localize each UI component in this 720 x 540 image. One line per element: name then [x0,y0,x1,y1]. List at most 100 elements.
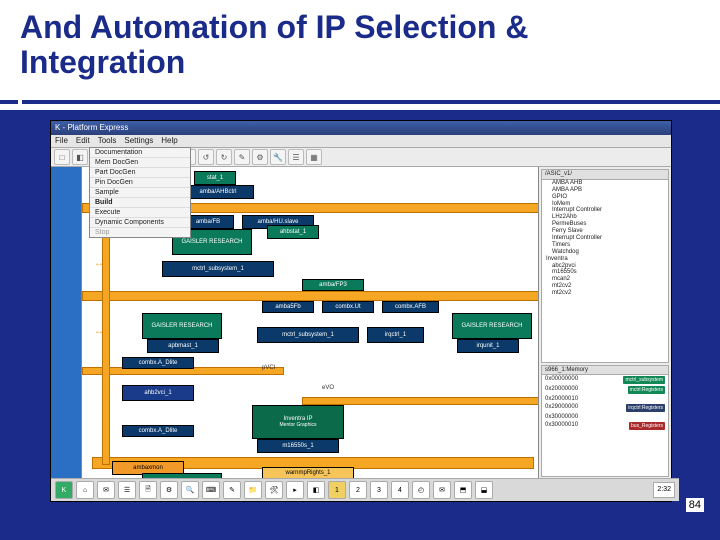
block-ambaahb[interactable]: amba/AHBctrl [182,185,254,199]
menu-item[interactable]: Pin DocGen [90,178,190,188]
tree-item[interactable]: Interrupt Controller [542,207,668,214]
block-ahbstat[interactable]: ahbstat_1 [267,225,319,239]
memory-title: s966_1:Memory [542,366,668,375]
tree-item[interactable]: abc2pvci [542,263,668,270]
pager-1[interactable]: 1 [328,481,346,499]
block-amba5[interactable]: amba5Fb [262,301,314,313]
menu-item[interactable]: Sample [90,188,190,198]
tree-item[interactable]: Timers [542,242,668,249]
menu-item[interactable]: Part DocGen [90,168,190,178]
memory-panel[interactable]: s966_1:Memory 0x00000000mctrl_subsystem … [541,365,669,477]
task-icon[interactable]: ⌨ [202,481,220,499]
menu-file[interactable]: File [55,135,68,147]
block-combxut[interactable]: combx.Ut [322,301,374,313]
block-irqctrl[interactable]: irqctrl_1 [367,327,424,343]
block-inventra[interactable]: Inventra IP Mentor Graphics [252,405,344,439]
toolbar-button[interactable]: ✎ [234,149,250,165]
task-icon[interactable]: ✎ [223,481,241,499]
block-irqunit[interactable]: irqunit_1 [457,339,519,353]
clock: 2:32 [653,482,675,498]
tray-icon[interactable]: ⬒ [454,481,472,499]
tree-item[interactable]: mt2cv2 [542,283,668,290]
tray-icon[interactable]: ◴ [412,481,430,499]
mem-row: 0x30000000 [542,413,668,421]
toolbar-button[interactable]: ◧ [72,149,88,165]
tree-item[interactable]: Inventra [542,256,668,263]
task-icon[interactable]: ✉ [97,481,115,499]
ip-tree[interactable]: /ASIC_v1/ AMBA AHB AMBA APB GPIO IoMem I… [541,169,669,363]
tree-item[interactable]: AMBA AHB [542,180,668,187]
task-icon[interactable]: ▸ [286,481,304,499]
toolbar-button[interactable]: ⚙ [252,149,268,165]
block-stat[interactable]: stat_1 [194,171,236,185]
dropdown-menu[interactable]: Documentation Mem DocGen Part DocGen Pin… [89,147,191,238]
block-gaisler3[interactable]: GAISLER RESEARCH [452,313,532,339]
arrow-icon: ↔ [94,259,104,269]
pager-4[interactable]: 4 [391,481,409,499]
bus-bar [302,397,538,405]
task-icon[interactable]: ◧ [307,481,325,499]
task-icon[interactable]: 🗎 [139,481,157,499]
task-icon[interactable]: ⚙ [160,481,178,499]
tree-item[interactable]: IoMem [542,201,668,208]
block-gaisler2[interactable]: GAISLER RESEARCH [142,313,222,339]
tree-item[interactable]: AMBA APB [542,187,668,194]
tree-item[interactable]: mcan2 [542,276,668,283]
block-combxafb[interactable]: combx.AFB [382,301,439,313]
page-number: 84 [686,498,704,512]
block-ambafp3[interactable]: amba/FP3 [302,279,364,291]
toolbar-button[interactable]: ↻ [216,149,232,165]
tree-item[interactable]: m16550s [542,269,668,276]
pager-2[interactable]: 2 [349,481,367,499]
block-mctrl-sub2[interactable]: mctrl_subsystem_1 [257,327,359,343]
arrow-icon: ↔ [94,327,104,337]
block-mctrl-sub[interactable]: mctrl_subsystem_1 [162,261,274,277]
tree-item[interactable]: mt2cv2 [542,290,668,297]
pager-3[interactable]: 3 [370,481,388,499]
block-combxlite[interactable]: combx.A_Dlite [122,357,194,369]
toolbar-button[interactable]: 🔧 [270,149,286,165]
menu-item[interactable]: Dynamic Components [90,218,190,228]
title-rule [0,100,720,104]
toolbar-button[interactable]: □ [54,149,70,165]
block-apbmast[interactable]: apbmast_1 [147,339,219,353]
tray-icon[interactable]: ✉ [433,481,451,499]
menu-item[interactable]: Execute [90,208,190,218]
tray-icon[interactable]: ⬓ [475,481,493,499]
menu-edit[interactable]: Edit [76,135,90,147]
mem-row: 0x00000000mctrl_subsystem [542,375,668,385]
left-sidebar [51,167,82,479]
window-title: K - Platform Express [51,121,671,135]
label-pvci: pVCI [262,365,275,371]
toolbar-button[interactable]: ↺ [198,149,214,165]
task-icon[interactable]: ⌂ [76,481,94,499]
toolbar-button[interactable]: ▦ [306,149,322,165]
menu-tools[interactable]: Tools [98,135,117,147]
block-combxdlite2[interactable]: combx.A_Dlite [122,425,194,437]
task-icon[interactable]: 🛠 [265,481,283,499]
tree-item[interactable]: Watchdog [542,249,668,256]
taskbar[interactable]: K ⌂ ✉ ☰ 🗎 ⚙ 🔍 ⌨ ✎ 📁 🛠 ▸ ◧ 1 2 3 4 ◴ ✉ ⬒ … [51,478,679,501]
block-m16550[interactable]: m16550s_1 [257,439,339,453]
tree-item[interactable]: GPIO [542,194,668,201]
tree-item[interactable]: Interrupt Controller [542,235,668,242]
tree-item[interactable]: PermeBuses [542,221,668,228]
menu-item-build[interactable]: Build [90,198,190,208]
tree-title: /ASIC_v1/ [542,170,668,180]
menu-settings[interactable]: Settings [124,135,153,147]
block-ahb2vci[interactable]: ahb2vci_1 [122,385,194,401]
menu-item[interactable]: Documentation [90,148,190,158]
toolbar-button[interactable]: ☰ [288,149,304,165]
mentor-label: Mentor Graphics [280,423,317,428]
slide-title: And Automation of IP Selection & Integra… [20,10,680,80]
task-icon[interactable]: ☰ [118,481,136,499]
menu-item[interactable]: Mem DocGen [90,158,190,168]
task-icon[interactable]: 📁 [244,481,262,499]
menu-help[interactable]: Help [161,135,177,147]
label-evo: eVO [322,385,334,391]
tree-item[interactable]: LHz2Ahb [542,214,668,221]
right-panel: /ASIC_v1/ AMBA AHB AMBA APB GPIO IoMem I… [538,167,671,479]
tree-item[interactable]: Ferry Slave [542,228,668,235]
task-icon[interactable]: 🔍 [181,481,199,499]
start-button[interactable]: K [55,481,73,499]
